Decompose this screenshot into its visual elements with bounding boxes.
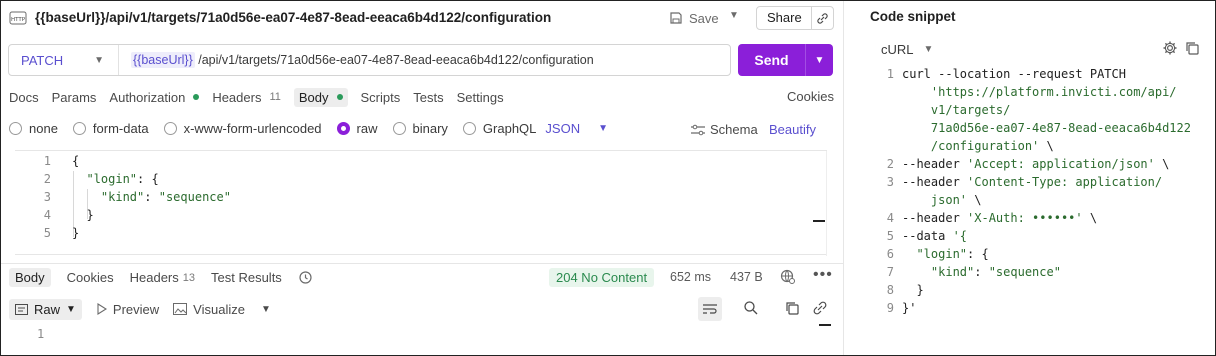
snippet-title: Code snippet xyxy=(870,9,956,24)
search-icon[interactable] xyxy=(743,300,759,319)
response-tabs: Body Cookies Headers 13 Test Results xyxy=(1,263,843,291)
radio-form-data[interactable]: form-data xyxy=(72,121,149,136)
tab-scripts[interactable]: Scripts xyxy=(361,90,401,105)
tab-docs[interactable]: Docs xyxy=(9,90,39,105)
headers-count: 11 xyxy=(269,91,281,103)
send-label: Send xyxy=(738,44,806,76)
tab-tests[interactable]: Tests xyxy=(413,90,443,105)
tab-headers[interactable]: Headers 11 xyxy=(212,90,281,105)
schema-button[interactable]: Schema xyxy=(690,122,758,137)
radio-x-www-form-urlencoded[interactable]: x-www-form-urlencoded xyxy=(163,121,322,136)
tab-response-headers[interactable]: Headers 13 xyxy=(130,270,195,285)
scroll-thumb[interactable] xyxy=(813,220,825,222)
tab-response-cookies[interactable]: Cookies xyxy=(67,270,114,285)
network-globe-icon[interactable] xyxy=(780,269,796,288)
share-button[interactable]: Share xyxy=(757,7,812,29)
status-dot-icon xyxy=(193,94,200,100)
link-icon[interactable] xyxy=(812,300,828,319)
request-panel: HTTP {{baseUrl}}/api/v1/targets/71a0d56e… xyxy=(1,1,843,355)
response-time[interactable]: 652 ms xyxy=(670,270,711,284)
chevron-down-icon: ▼ xyxy=(598,123,608,134)
chevron-down-icon: ▼ xyxy=(260,303,271,315)
image-icon xyxy=(173,303,188,315)
tab-test-results[interactable]: Test Results xyxy=(211,270,282,285)
send-button[interactable]: Send ▼ xyxy=(738,44,833,76)
save-label: Save xyxy=(689,10,719,26)
body-format-select[interactable]: JSON ▼ xyxy=(545,121,608,136)
url-path: /api/v1/targets/71a0d56e-ea07-4e87-8ead-… xyxy=(194,53,594,67)
more-options-icon[interactable]: ••• xyxy=(813,266,833,284)
wrap-lines-icon[interactable] xyxy=(698,297,722,321)
tab-body[interactable]: Body xyxy=(293,87,348,107)
status-badge[interactable]: 204 No Content xyxy=(549,268,655,287)
headers-count: 13 xyxy=(182,271,195,284)
url-input[interactable]: {{baseUrl}} /api/v1/targets/71a0d56e-ea0… xyxy=(119,52,594,68)
raw-icon xyxy=(15,303,28,315)
history-icon[interactable] xyxy=(298,270,313,285)
svg-text:HTTP: HTTP xyxy=(11,17,26,23)
copy-icon[interactable] xyxy=(784,300,800,319)
chevron-down-icon: ▼ xyxy=(923,44,934,55)
response-line-number: 1 xyxy=(37,327,45,341)
schema-icon xyxy=(691,124,705,135)
copy-link-icon[interactable] xyxy=(812,12,833,25)
request-title[interactable]: {{baseUrl}}/api/v1/targets/71a0d56e-ea07… xyxy=(35,10,551,25)
code-snippet-panel: Code snippet cURL ▼ 1 curl --location --r… xyxy=(843,1,1215,355)
play-icon xyxy=(97,303,107,315)
request-tabs: Docs Params Authorization Headers 11 Body… xyxy=(9,87,517,107)
scroll-thumb[interactable] xyxy=(819,324,831,326)
chevron-down-icon: ▼ xyxy=(66,303,76,315)
chevron-down-icon: ▼ xyxy=(94,54,104,66)
tab-authorization[interactable]: Authorization xyxy=(109,90,200,105)
response-view-row: Raw ▼ Preview Visualize ▼ xyxy=(9,298,285,320)
save-button[interactable]: Save xyxy=(669,8,719,28)
radio-none[interactable]: none xyxy=(9,121,58,136)
copy-icon[interactable] xyxy=(1184,40,1200,59)
method-select[interactable]: PATCH ▼ xyxy=(9,45,119,75)
send-options-chevron-icon[interactable]: ▼ xyxy=(806,55,833,66)
method-label: PATCH xyxy=(21,52,64,68)
status-dot-icon xyxy=(336,94,343,100)
radio-binary[interactable]: binary xyxy=(392,121,448,136)
save-options-chevron-icon[interactable]: ▼ xyxy=(729,10,739,21)
radio-raw[interactable]: raw xyxy=(336,121,378,136)
tab-response-body[interactable]: Body xyxy=(9,268,51,287)
cookies-link[interactable]: Cookies xyxy=(787,89,834,104)
view-preview-button[interactable]: Preview xyxy=(96,302,159,317)
base-url-variable[interactable]: {{baseUrl}} xyxy=(131,52,195,68)
body-type-radios: none form-data x-www-form-urlencoded raw… xyxy=(9,121,608,136)
tab-params[interactable]: Params xyxy=(52,90,97,105)
view-raw-button[interactable]: Raw ▼ xyxy=(9,298,82,320)
url-bar: PATCH ▼ {{baseUrl}} /api/v1/targets/71a0… xyxy=(8,44,731,76)
share-group: Share xyxy=(756,6,834,30)
radio-graphql[interactable]: GraphQL xyxy=(462,121,536,136)
editor-scrollbar[interactable] xyxy=(826,151,840,256)
tab-settings[interactable]: Settings xyxy=(457,90,504,105)
http-request-icon: HTTP xyxy=(9,11,27,25)
view-visualize-button[interactable]: Visualize ▼ xyxy=(173,302,271,317)
beautify-button[interactable]: Beautify xyxy=(769,122,816,137)
language-select[interactable]: cURL ▼ xyxy=(881,42,933,57)
response-size[interactable]: 437 B xyxy=(730,270,763,284)
settings-gear-icon[interactable] xyxy=(1162,40,1178,59)
request-body-editor[interactable]: 1{ 2 "login": { 3 "kind": "sequence" 4 }… xyxy=(15,150,827,256)
save-icon xyxy=(670,12,682,24)
